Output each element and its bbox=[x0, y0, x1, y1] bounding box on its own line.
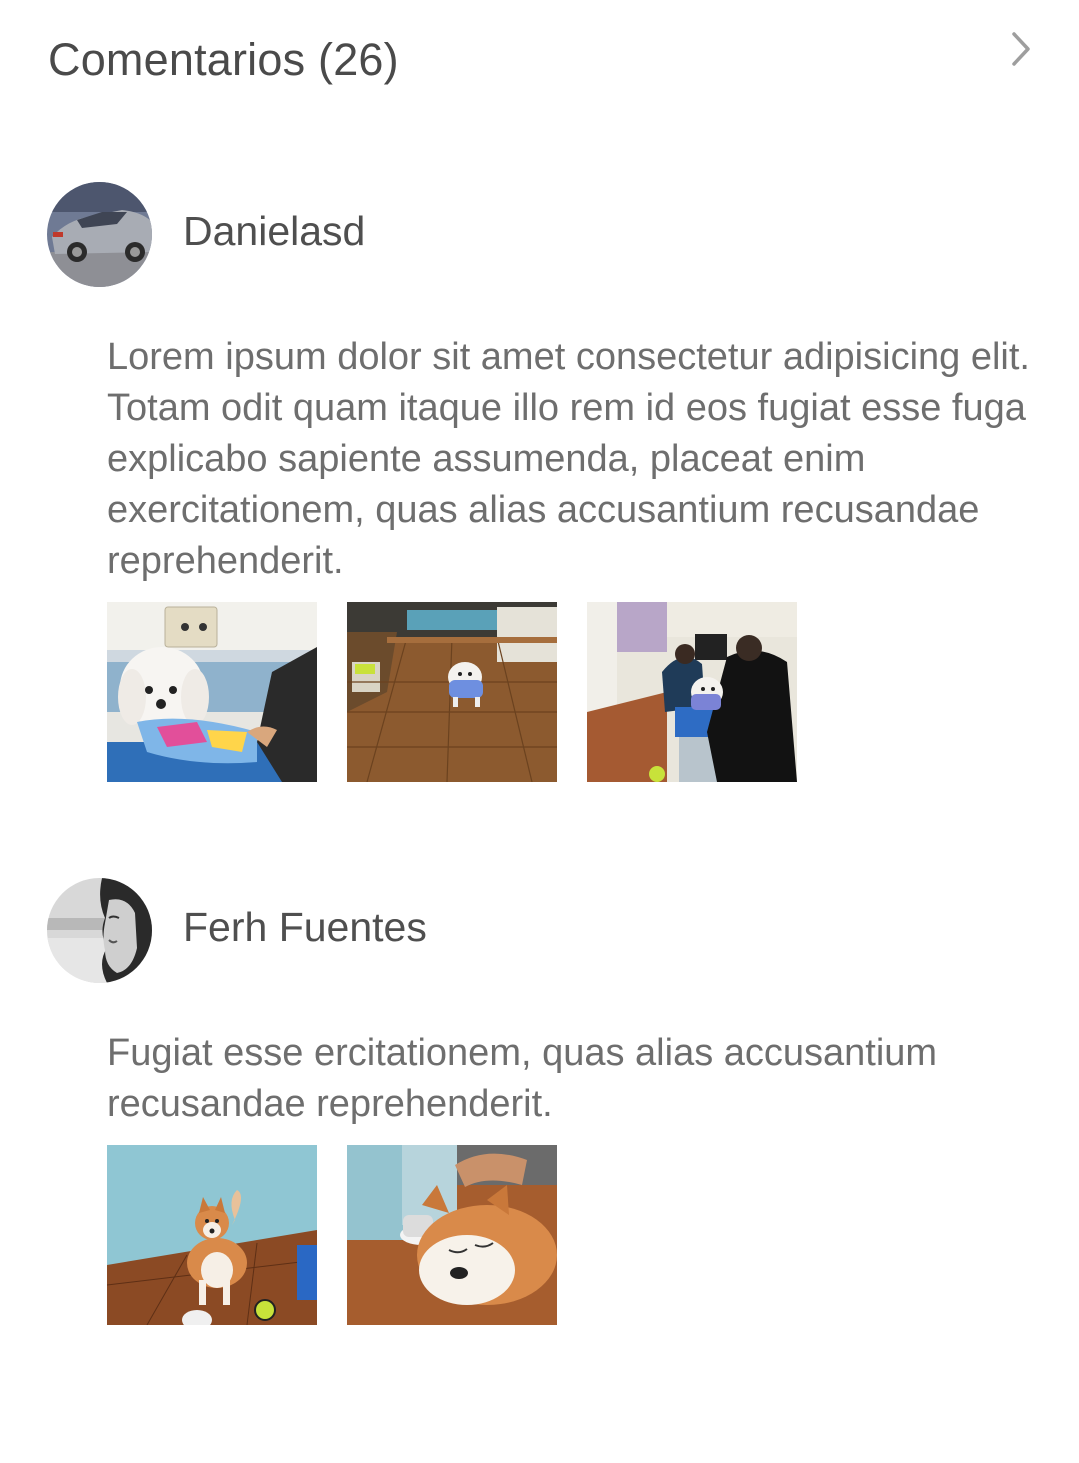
comments-title: Comentarios (26) bbox=[48, 34, 399, 85]
photo-thumbnail[interactable] bbox=[347, 1145, 557, 1325]
photo-thumbnail[interactable] bbox=[107, 602, 317, 782]
photo-thumbnail[interactable] bbox=[107, 1145, 317, 1325]
chevron-right-icon[interactable] bbox=[1008, 30, 1036, 70]
comments-header: Comentarios (26) bbox=[48, 30, 1038, 94]
avatar[interactable] bbox=[47, 878, 152, 983]
comment-author[interactable]: Ferh Fuentes bbox=[183, 904, 427, 951]
photo-thumbnail[interactable] bbox=[587, 602, 797, 782]
comment-author[interactable]: Danielasd bbox=[183, 208, 365, 255]
photo-thumbnail[interactable] bbox=[347, 602, 557, 782]
comment-text: Fugiat esse ercitationem, quas alias acc… bbox=[107, 1032, 938, 1125]
avatar[interactable] bbox=[47, 182, 152, 287]
comment-text: Lorem ipsum dolor sit amet consectetur a… bbox=[107, 336, 1030, 582]
